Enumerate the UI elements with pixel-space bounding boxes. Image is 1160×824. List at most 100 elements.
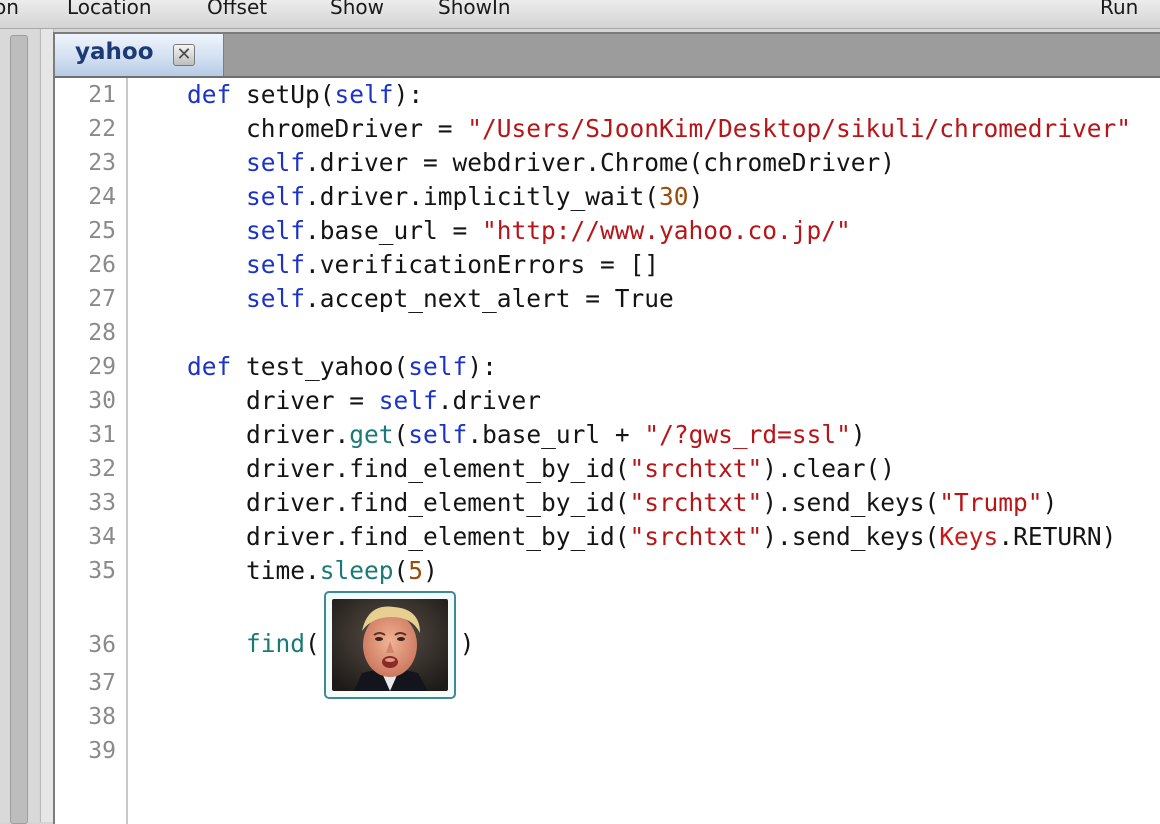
code-token: driver.find_element_by_id( [128,454,630,483]
code-token: .driver [437,386,542,415]
code-editor[interactable]: def setUp(self): chromeDriver = "/Users/… [128,78,1160,824]
code-token: "srchtxt" [629,522,763,551]
code-line: driver.find_element_by_id("srchtxt").cle… [128,452,895,486]
code-line-find: find() [128,590,475,699]
toolbar-item-run[interactable]: Run [1100,0,1138,19]
split-pane-divider[interactable] [40,29,54,822]
close-icon[interactable]: ✕ [173,44,195,66]
code-token: "srchtxt" [629,454,763,483]
code-token: get [349,420,394,449]
code-token: ) [688,182,704,211]
code-token: .driver.implicitly_wait( [305,182,660,211]
toolbar-item-location[interactable]: Location [67,0,152,19]
line-number: 24 [88,184,116,210]
code-token: "Trump" [939,488,1043,517]
line-number: 27 [88,286,116,312]
code-line: driver.find_element_by_id("srchtxt").sen… [128,486,1057,520]
line-number: 30 [88,388,116,414]
code-line: def setUp(self): [128,78,423,112]
line-number: 38 [88,704,116,730]
code-token: ) [459,629,475,658]
tab-label: yahoo [75,39,154,65]
code-token: .RETURN) [998,522,1117,551]
code-token: "/?gws_rd=ssl" [644,420,851,449]
line-number: 23 [88,150,116,176]
code-token: def [187,80,232,109]
code-token: ( [305,629,320,658]
find-call: find [246,629,306,658]
line-number-gutter: 21 22 23 24 25 26 27 28 29 30 31 32 33 34 35 36 37 38 39 [55,78,128,824]
code-line: driver.find_element_by_id("srchtxt").sen… [128,520,1116,554]
code-line: self.base_url = "http://www.yahoo.co.jp/… [128,214,851,248]
side-panel-scrollbar[interactable] [10,35,28,824]
code-line: driver = self.driver [128,384,541,418]
code-token: driver.find_element_by_id( [128,522,630,551]
main-toolbar: on Location Offset Show ShowIn Run [0,0,1160,29]
tab-strip: yahoo ✕ [55,34,1160,76]
code-token: self [246,148,306,177]
line-number: 21 [88,82,116,108]
pattern-image-button[interactable] [323,591,456,699]
line-number: 34 [88,524,116,550]
line-number: 36 [88,632,116,658]
code-token: sleep [319,556,394,585]
toolbar-item-show[interactable]: Show [330,0,384,19]
code-token: ( [393,556,409,585]
code-token: self [246,216,306,245]
toolbar-item-showin[interactable]: ShowIn [438,0,511,19]
code-token: test_yahoo( [231,352,409,381]
code-line: def test_yahoo(self): [128,350,497,384]
code-token: self [246,284,306,313]
code-token: self [378,386,438,415]
line-number: 31 [88,422,116,448]
line-number: 37 [88,670,116,696]
code-token: .accept_next_alert = True [305,284,674,313]
code-token: ).send_keys( [762,522,940,551]
code-token: ).clear() [762,454,896,483]
code-token: driver.find_element_by_id( [128,488,630,517]
code-token: ): [467,352,497,381]
code-token: 30 [659,182,689,211]
line-number: 22 [88,116,116,142]
code-token: self [246,250,306,279]
code-line: self.verificationErrors = [] [128,248,659,282]
toolbar-item-action[interactable]: on [0,0,19,19]
code-line: self.accept_next_alert = True [128,282,674,316]
code-token: driver. [128,420,350,449]
code-token: .base_url + [467,420,645,449]
line-number: 35 [88,558,116,584]
toolbar-item-offset[interactable]: Offset [207,0,267,19]
code-token: self [246,182,306,211]
code-token: .base_url = [305,216,483,245]
code-line: time.sleep(5) [128,554,438,588]
tab-yahoo[interactable]: yahoo ✕ [55,34,224,76]
code-token: "http://www.yahoo.co.jp/" [482,216,851,245]
code-token: setUp( [231,80,335,109]
code-token: chromeDriver = [128,114,468,143]
code-token: ): [393,80,424,109]
code-token: .verificationErrors = [] [305,250,660,279]
code-token: ).send_keys( [762,488,940,517]
code-token: def [187,352,232,381]
code-token: ) [423,556,438,585]
line-number: 28 [88,320,116,346]
code-token: ( [393,420,409,449]
editor-frame: yahoo ✕ 21 22 23 24 25 26 27 28 29 30 31 32 33 34 35 36… [53,32,1160,824]
code-token: self [408,420,468,449]
line-number: 25 [88,218,116,244]
code-token: Keys [939,522,999,551]
code-token: driver = [128,386,379,415]
line-number: 29 [88,354,116,380]
code-line: chromeDriver = "/Users/SJoonKim/Desktop/… [128,112,1131,146]
code-token: self [408,352,468,381]
code-token: time. [128,556,320,585]
line-number: 39 [88,738,116,764]
code-token: "/Users/SJoonKim/Desktop/sikuli/chromedr… [467,114,1132,143]
code-token: self [334,80,394,109]
